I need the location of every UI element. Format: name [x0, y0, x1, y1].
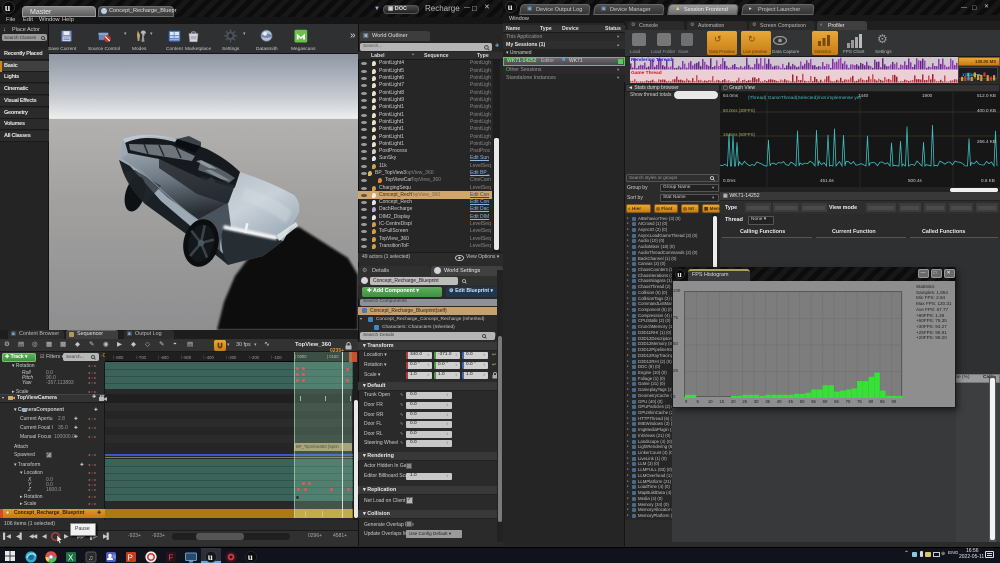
svg-text:u: u — [208, 552, 213, 562]
svg-text:X: X — [68, 554, 74, 563]
svg-text:u: u — [248, 552, 253, 562]
svg-text:♫: ♫ — [88, 555, 93, 562]
svg-text:u: u — [677, 270, 682, 279]
svg-text:u: u — [508, 2, 513, 12]
svg-text:P: P — [128, 554, 133, 563]
svg-text:u: u — [5, 3, 11, 14]
svg-text:F: F — [169, 554, 174, 563]
